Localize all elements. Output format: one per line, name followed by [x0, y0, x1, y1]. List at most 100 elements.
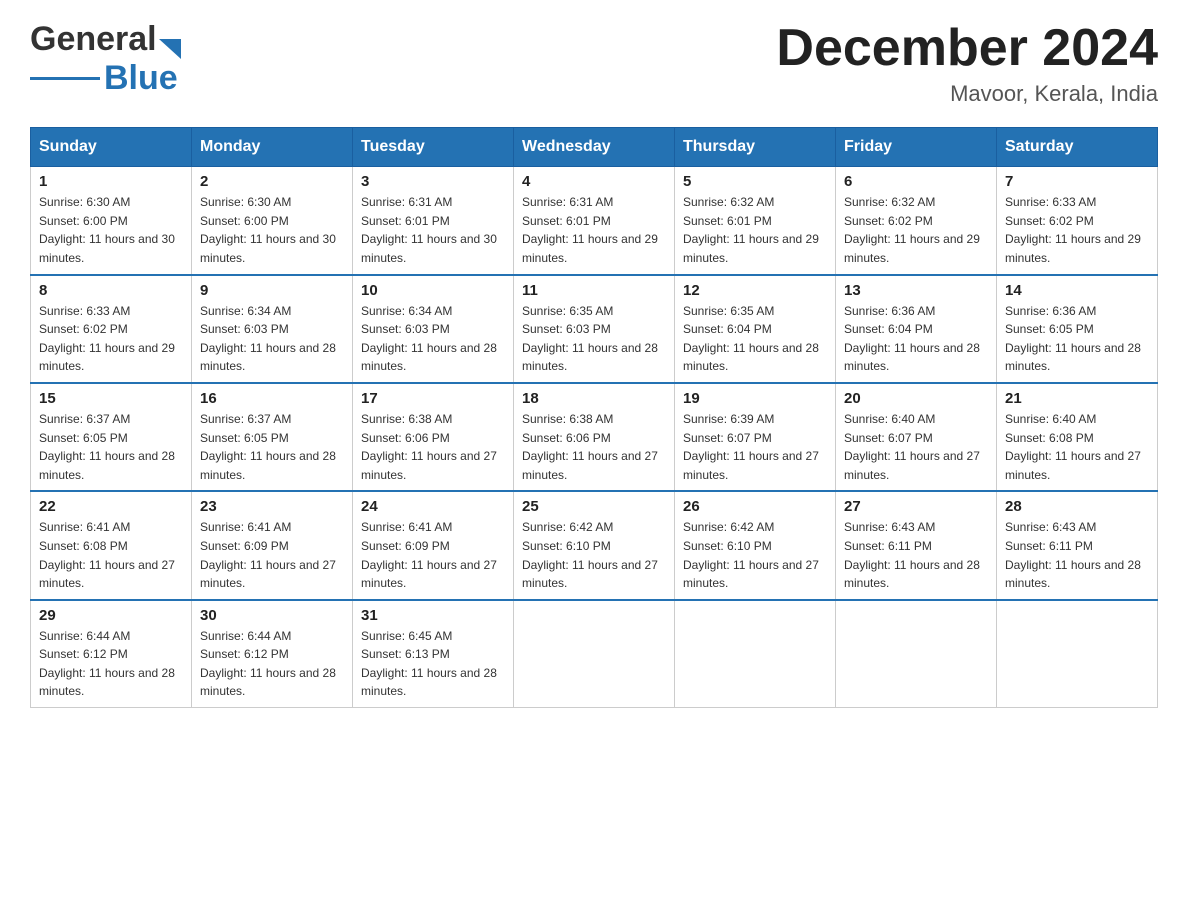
day-cell: 16 Sunrise: 6:37 AMSunset: 6:05 PMDayligh…: [192, 383, 353, 491]
day-info: Sunrise: 6:39 AMSunset: 6:07 PMDaylight:…: [683, 410, 827, 484]
day-cell: 18Sunrise: 6:38 AMSunset: 6:06 PMDayligh…: [514, 383, 675, 491]
week-row-1: 1 Sunrise: 6:30 AMSunset: 6:00 PMDaylight…: [31, 167, 1158, 275]
calendar-header-row: SundayMondayTuesdayWednesdayThursdayFrid…: [31, 128, 1158, 167]
day-cell: [836, 600, 997, 708]
title-section: December 2024 Mavoor, Kerala, India: [776, 20, 1158, 107]
day-info: Sunrise: 6:32 AMSunset: 6:02 PMDaylight:…: [844, 193, 988, 267]
day-cell: 25 Sunrise: 6:42 AMSunset: 6:10 PMDayligh…: [514, 491, 675, 599]
header-thursday: Thursday: [675, 128, 836, 167]
header-monday: Monday: [192, 128, 353, 167]
day-cell: 10Sunrise: 6:34 AMSunset: 6:03 PMDayligh…: [353, 275, 514, 383]
page-header: General Blue December 2024 Mavoor, Keral…: [30, 20, 1158, 107]
day-cell: 5Sunrise: 6:32 AMSunset: 6:01 PMDaylight…: [675, 167, 836, 275]
day-cell: 6 Sunrise: 6:32 AMSunset: 6:02 PMDaylight…: [836, 167, 997, 275]
day-number: 23: [200, 498, 344, 515]
week-row-2: 8Sunrise: 6:33 AMSunset: 6:02 PMDaylight…: [31, 275, 1158, 383]
day-cell: 1 Sunrise: 6:30 AMSunset: 6:00 PMDaylight…: [31, 167, 192, 275]
logo-bottom-row: Blue: [30, 59, 181, 98]
day-info: Sunrise: 6:42 AMSunset: 6:10 PMDaylight:…: [683, 518, 827, 592]
day-info: Sunrise: 6:34 AMSunset: 6:03 PMDaylight:…: [361, 302, 505, 376]
week-row-5: 29 Sunrise: 6:44 AMSunset: 6:12 PMDayligh…: [31, 600, 1158, 708]
header-tuesday: Tuesday: [353, 128, 514, 167]
day-cell: 7 Sunrise: 6:33 AMSunset: 6:02 PMDaylight…: [997, 167, 1158, 275]
day-info: Sunrise: 6:38 AMSunset: 6:06 PMDaylight:…: [361, 410, 505, 484]
header-friday: Friday: [836, 128, 997, 167]
day-cell: 2Sunrise: 6:30 AMSunset: 6:00 PMDaylight…: [192, 167, 353, 275]
day-info: Sunrise: 6:45 AMSunset: 6:13 PMDaylight:…: [361, 627, 505, 701]
day-info: Sunrise: 6:41 AMSunset: 6:08 PMDaylight:…: [39, 518, 183, 592]
day-cell: 26 Sunrise: 6:42 AMSunset: 6:10 PMDayligh…: [675, 491, 836, 599]
week-row-3: 15Sunrise: 6:37 AMSunset: 6:05 PMDayligh…: [31, 383, 1158, 491]
day-number: 13: [844, 282, 988, 299]
day-number: 16: [200, 390, 344, 407]
header-sunday: Sunday: [31, 128, 192, 167]
day-info: Sunrise: 6:38 AMSunset: 6:06 PMDaylight:…: [522, 410, 666, 484]
week-row-4: 22 Sunrise: 6:41 AMSunset: 6:08 PMDayligh…: [31, 491, 1158, 599]
day-number: 6: [844, 173, 988, 190]
day-number: 12: [683, 282, 827, 299]
day-number: 22: [39, 498, 183, 515]
day-number: 24: [361, 498, 505, 515]
day-cell: 30Sunrise: 6:44 AMSunset: 6:12 PMDayligh…: [192, 600, 353, 708]
day-number: 20: [844, 390, 988, 407]
day-number: 28: [1005, 498, 1149, 515]
logo-icon-block: [159, 39, 181, 59]
day-number: 14: [1005, 282, 1149, 299]
logo-underline: [30, 77, 100, 80]
day-number: 11: [522, 282, 666, 299]
day-number: 31: [361, 607, 505, 624]
day-info: Sunrise: 6:41 AMSunset: 6:09 PMDaylight:…: [361, 518, 505, 592]
day-number: 4: [522, 173, 666, 190]
day-cell: [675, 600, 836, 708]
day-info: Sunrise: 6:32 AMSunset: 6:01 PMDaylight:…: [683, 193, 827, 267]
day-cell: 27 Sunrise: 6:43 AMSunset: 6:11 PMDayligh…: [836, 491, 997, 599]
day-info: Sunrise: 6:43 AMSunset: 6:11 PMDaylight:…: [844, 518, 988, 592]
day-number: 21: [1005, 390, 1149, 407]
day-number: 3: [361, 173, 505, 190]
day-cell: 20Sunrise: 6:40 AMSunset: 6:07 PMDayligh…: [836, 383, 997, 491]
month-title: December 2024: [776, 20, 1158, 77]
day-cell: 31 Sunrise: 6:45 AMSunset: 6:13 PMDayligh…: [353, 600, 514, 708]
day-info: Sunrise: 6:36 AMSunset: 6:04 PMDaylight:…: [844, 302, 988, 376]
day-number: 19: [683, 390, 827, 407]
day-info: Sunrise: 6:42 AMSunset: 6:10 PMDaylight:…: [522, 518, 666, 592]
day-cell: 28Sunrise: 6:43 AMSunset: 6:11 PMDayligh…: [997, 491, 1158, 599]
day-number: 29: [39, 607, 183, 624]
day-info: Sunrise: 6:41 AMSunset: 6:09 PMDaylight:…: [200, 518, 344, 592]
day-info: Sunrise: 6:35 AMSunset: 6:03 PMDaylight:…: [522, 302, 666, 376]
day-info: Sunrise: 6:37 AMSunset: 6:05 PMDaylight:…: [200, 410, 344, 484]
day-number: 17: [361, 390, 505, 407]
location: Mavoor, Kerala, India: [776, 81, 1158, 107]
calendar-table: SundayMondayTuesdayWednesdayThursdayFrid…: [30, 127, 1158, 708]
day-cell: 21Sunrise: 6:40 AMSunset: 6:08 PMDayligh…: [997, 383, 1158, 491]
day-cell: 17 Sunrise: 6:38 AMSunset: 6:06 PMDayligh…: [353, 383, 514, 491]
day-number: 25: [522, 498, 666, 515]
day-info: Sunrise: 6:30 AMSunset: 6:00 PMDaylight:…: [39, 193, 183, 267]
day-info: Sunrise: 6:34 AMSunset: 6:03 PMDaylight:…: [200, 302, 344, 376]
day-info: Sunrise: 6:31 AMSunset: 6:01 PMDaylight:…: [522, 193, 666, 267]
day-cell: 3Sunrise: 6:31 AMSunset: 6:01 PMDaylight…: [353, 167, 514, 275]
logo-general: General: [30, 20, 157, 59]
day-cell: [514, 600, 675, 708]
day-number: 26: [683, 498, 827, 515]
day-info: Sunrise: 6:44 AMSunset: 6:12 PMDaylight:…: [39, 627, 183, 701]
header-saturday: Saturday: [997, 128, 1158, 167]
day-cell: 13 Sunrise: 6:36 AMSunset: 6:04 PMDayligh…: [836, 275, 997, 383]
day-cell: 19 Sunrise: 6:39 AMSunset: 6:07 PMDayligh…: [675, 383, 836, 491]
day-cell: 22 Sunrise: 6:41 AMSunset: 6:08 PMDayligh…: [31, 491, 192, 599]
day-cell: 12Sunrise: 6:35 AMSunset: 6:04 PMDayligh…: [675, 275, 836, 383]
day-cell: 4 Sunrise: 6:31 AMSunset: 6:01 PMDaylight…: [514, 167, 675, 275]
day-number: 7: [1005, 173, 1149, 190]
day-info: Sunrise: 6:33 AMSunset: 6:02 PMDaylight:…: [1005, 193, 1149, 267]
day-cell: 11 Sunrise: 6:35 AMSunset: 6:03 PMDayligh…: [514, 275, 675, 383]
day-number: 8: [39, 282, 183, 299]
day-cell: 14Sunrise: 6:36 AMSunset: 6:05 PMDayligh…: [997, 275, 1158, 383]
day-cell: 9Sunrise: 6:34 AMSunset: 6:03 PMDaylight…: [192, 275, 353, 383]
day-cell: 29 Sunrise: 6:44 AMSunset: 6:12 PMDayligh…: [31, 600, 192, 708]
day-number: 1: [39, 173, 183, 190]
day-number: 2: [200, 173, 344, 190]
day-cell: 24 Sunrise: 6:41 AMSunset: 6:09 PMDayligh…: [353, 491, 514, 599]
day-number: 30: [200, 607, 344, 624]
day-cell: [997, 600, 1158, 708]
day-number: 27: [844, 498, 988, 515]
